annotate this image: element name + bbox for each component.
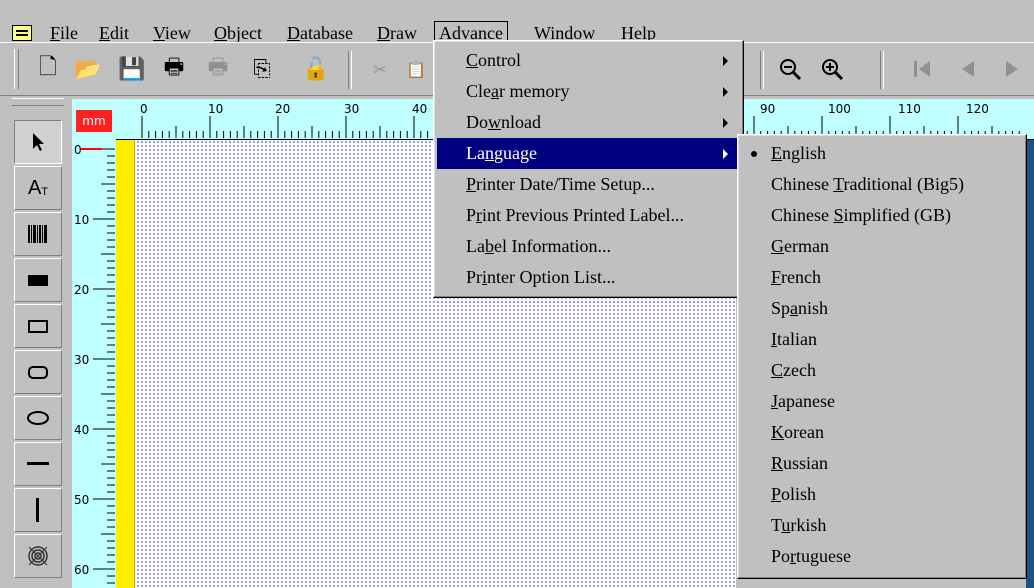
- ruler-label-v: 60: [74, 563, 90, 577]
- language-item-japanese[interactable]: Japanese: [741, 386, 1023, 417]
- toolbar-separator: [760, 51, 764, 89]
- first-page-icon[interactable]: [908, 55, 936, 83]
- ruler-label-h: 0: [140, 102, 148, 116]
- menu-item-label-information[interactable]: Label Information...: [437, 231, 740, 262]
- submenu-arrow-icon: [723, 87, 728, 97]
- toolbar-separator: [348, 51, 352, 89]
- rounded-rectangle-icon[interactable]: [14, 350, 62, 394]
- barcode-tool-icon[interactable]: [14, 212, 62, 256]
- next-page-icon[interactable]: [998, 55, 1026, 83]
- menu-item-printer-datetime-setup[interactable]: Printer Date/Time Setup...: [437, 169, 740, 200]
- toolbar-separator: [880, 51, 884, 89]
- menu-edit[interactable]: Edit: [99, 22, 129, 44]
- vertical-line-icon[interactable]: [14, 488, 62, 532]
- language-item-chinese-simplified[interactable]: Chinese Simplified (GB): [741, 200, 1023, 231]
- ruler-label-v: 20: [74, 283, 90, 297]
- ruler-label-h: 40: [412, 102, 428, 116]
- menu-draw[interactable]: Draw: [377, 22, 417, 44]
- print-preview-icon[interactable]: 🖶: [204, 55, 232, 83]
- new-icon[interactable]: 🗋: [34, 55, 62, 83]
- copy-icon[interactable]: ⎘: [248, 55, 276, 83]
- ruler-label-v: 10: [74, 213, 90, 227]
- menu-view[interactable]: View: [153, 22, 191, 44]
- menu-item-clear-memory[interactable]: Clear memory: [437, 76, 740, 107]
- tool-palette: AT: [8, 98, 66, 588]
- language-item-czech[interactable]: Czech: [741, 355, 1023, 386]
- save-icon[interactable]: 💾: [118, 55, 146, 83]
- advance-menu: Control Clear memory Download Language P…: [433, 40, 744, 298]
- ruler-label-h: 10: [208, 102, 224, 116]
- text-tool-icon[interactable]: AT: [14, 166, 62, 210]
- language-item-spanish[interactable]: Spanish: [741, 293, 1023, 324]
- paste-icon[interactable]: 📋: [402, 55, 430, 83]
- menu-item-printer-option-list[interactable]: Printer Option List...: [437, 262, 740, 293]
- language-item-turkish[interactable]: Turkish: [741, 510, 1023, 541]
- ruler-label-v: 0: [74, 143, 82, 157]
- menu-database[interactable]: Database: [287, 22, 353, 44]
- language-item-english[interactable]: English: [741, 138, 1023, 169]
- toolbar-grip[interactable]: [14, 49, 19, 89]
- horizontal-line-icon[interactable]: [14, 442, 62, 486]
- language-item-polish[interactable]: Polish: [741, 479, 1023, 510]
- vertical-ruler: 0 10 20 30 40 50 60: [72, 139, 117, 588]
- ruler-label-v: 30: [74, 353, 90, 367]
- menu-item-language[interactable]: Language: [437, 138, 740, 169]
- menu-item-print-previous-label[interactable]: Print Previous Printed Label...: [437, 200, 740, 231]
- language-submenu: English Chinese Traditional (Big5) Chine…: [737, 134, 1027, 579]
- ruler-label-v: 50: [74, 493, 90, 507]
- language-item-french[interactable]: French: [741, 262, 1023, 293]
- language-item-portuguese[interactable]: Portuguese: [741, 541, 1023, 572]
- ruler-label-h: 30: [344, 102, 360, 116]
- menu-object[interactable]: Object: [214, 22, 262, 44]
- submenu-arrow-icon: [723, 149, 728, 159]
- radio-bullet-icon: [751, 151, 757, 157]
- label-margin-bar: [116, 140, 135, 588]
- ruler-label-h: 20: [275, 102, 291, 116]
- zoom-in-icon[interactable]: [818, 55, 846, 83]
- language-item-italian[interactable]: Italian: [741, 324, 1023, 355]
- palette-grip: [12, 98, 64, 106]
- menu-item-control[interactable]: Control: [437, 45, 740, 76]
- submenu-arrow-icon: [723, 118, 728, 128]
- menu-item-download[interactable]: Download: [437, 107, 740, 138]
- menu-file[interactable]: File: [50, 22, 78, 44]
- language-item-german[interactable]: German: [741, 231, 1023, 262]
- zoom-out-icon[interactable]: [776, 55, 804, 83]
- filled-rectangle-icon[interactable]: [14, 258, 62, 302]
- rectangle-icon[interactable]: [14, 304, 62, 348]
- lock-icon[interactable]: 🔓: [302, 55, 330, 83]
- language-item-korean[interactable]: Korean: [741, 417, 1023, 448]
- workspace-background: [1026, 140, 1034, 588]
- ruler-label-h: 110: [898, 102, 921, 116]
- qr-code-icon[interactable]: [14, 534, 62, 578]
- submenu-arrow-icon: [723, 56, 728, 66]
- ruler-label-h: 100: [828, 102, 851, 116]
- print-icon[interactable]: 🖶: [160, 55, 188, 83]
- menu-bar: File Edit View Object Database Draw Adva…: [0, 9, 1034, 45]
- select-arrow-icon[interactable]: [14, 120, 62, 164]
- prev-page-icon[interactable]: [954, 55, 982, 83]
- ruler-label-h: 120: [966, 102, 989, 116]
- cut-icon[interactable]: ✂: [366, 55, 394, 83]
- app-icon[interactable]: [12, 25, 32, 41]
- language-item-chinese-traditional[interactable]: Chinese Traditional (Big5): [741, 169, 1023, 200]
- ruler-unit-label: mm: [76, 110, 112, 132]
- ruler-label-v: 40: [74, 423, 90, 437]
- language-item-russian[interactable]: Russian: [741, 448, 1023, 479]
- open-icon[interactable]: 📂: [74, 55, 102, 83]
- ellipse-icon[interactable]: [14, 396, 62, 440]
- ruler-label-h: 90: [760, 102, 776, 116]
